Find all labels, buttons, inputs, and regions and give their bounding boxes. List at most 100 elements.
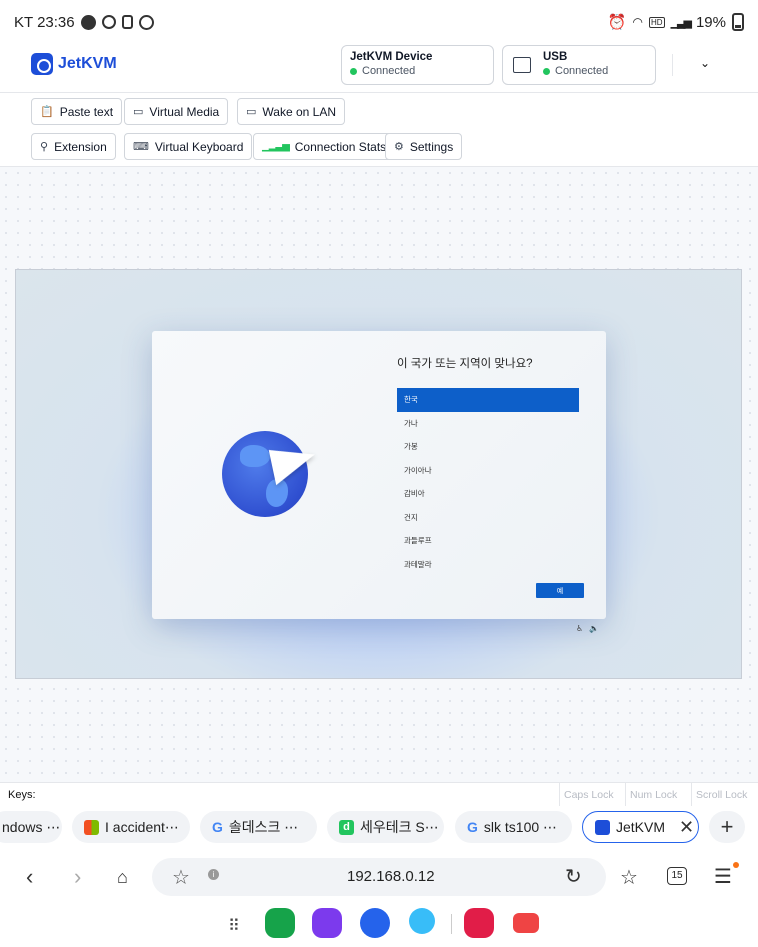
browser-tab[interactable]: I accident⋯: [72, 811, 190, 843]
region-item[interactable]: 건지: [397, 506, 579, 530]
clipboard-icon: 📋: [40, 106, 54, 118]
caps-lock-indicator: Caps Lock: [559, 783, 618, 807]
usb-status-card: USB Connected: [502, 45, 656, 85]
volume-icon[interactable]: 🔈: [589, 624, 605, 633]
browser-tab[interactable]: G 솔데스크 ⋯: [200, 811, 317, 843]
settings-label: Settings: [409, 139, 454, 154]
tab-label: slk ts100 ⋯: [483, 818, 558, 835]
oobe-region-dialog: 이 국가 또는 지역이 맞나요? 한국 가나 가봉 가이아나 감비아 건지 과들…: [152, 331, 606, 619]
menu-icon[interactable]: ☰: [714, 864, 732, 889]
microsoft-icon: [84, 819, 99, 835]
region-item[interactable]: 과테말라: [397, 553, 579, 577]
num-lock-indicator: Num Lock: [625, 783, 681, 807]
region-item-selected[interactable]: 한국: [397, 388, 579, 412]
region-item[interactable]: 가봉: [397, 435, 579, 459]
device-status: Connected: [362, 65, 416, 77]
dock-divider: [451, 914, 452, 934]
paper-plane-icon: [268, 440, 320, 486]
extension-label: Extension: [54, 139, 107, 154]
status-dot-icon: [543, 67, 550, 75]
camera-app-icon[interactable]: [464, 908, 494, 938]
share-notification-icon: [101, 15, 116, 29]
device-status-card: JetKVM Device Connected: [341, 45, 494, 85]
record-notification-icon: [138, 14, 154, 30]
jetkvm-icon: [595, 819, 610, 835]
browser-tab-strip: ndows ⋯ I accident⋯ G 솔데스크 ⋯ d 세우테크 S⋯ G…: [0, 806, 758, 848]
extension-button[interactable]: ⚲ Extension: [31, 133, 116, 160]
chevron-down-icon[interactable]: ⌄: [700, 56, 710, 70]
tab-count-icon[interactable]: 15: [667, 867, 687, 885]
youtube-app-icon[interactable]: [513, 913, 539, 933]
phone-app-icon[interactable]: [265, 908, 295, 938]
virtual-media-label: Virtual Media: [149, 104, 220, 119]
kvm-canvas: 이 국가 또는 지역이 맞나요? 한국 가나 가봉 가이아나 감비아 건지 과들…: [0, 167, 758, 782]
signal-icon: ▁▃▅: [670, 16, 692, 29]
wake-on-lan-button[interactable]: ▭ Wake on LAN: [237, 98, 345, 125]
plug-icon: ⚲: [40, 141, 49, 153]
virtual-keyboard-button[interactable]: ⌨ Virtual Keyboard: [124, 133, 253, 160]
gear-icon: ⚙: [394, 141, 404, 153]
header-divider: [672, 54, 673, 76]
telegram-app-icon[interactable]: [409, 908, 435, 934]
bookmark-star-icon[interactable]: ☆: [172, 865, 190, 890]
keys-label: Keys:: [8, 789, 36, 801]
talk-notification-icon: [80, 14, 96, 30]
system-status-bar: KT 23:36 ⏰ ◠ HD ▁▃▅ 19%: [0, 0, 758, 44]
paste-text-label: Paste text: [59, 104, 114, 119]
address-bar[interactable]: ☆ i 192.168.0.12 ↻: [152, 858, 606, 896]
drive-icon: ▭: [133, 106, 144, 118]
google-icon: G: [212, 819, 223, 835]
battery-icon: [732, 13, 744, 31]
yes-button[interactable]: 예: [536, 583, 584, 598]
region-item[interactable]: 과들루프: [397, 529, 579, 553]
google-icon: G: [467, 819, 478, 835]
browser-tab[interactable]: G slk ts100 ⋯: [455, 811, 572, 843]
network-icon: ▭: [246, 106, 257, 118]
region-item[interactable]: 감비아: [397, 482, 579, 506]
phone-notification-icon: [121, 15, 133, 29]
signal-bars-icon: ▁▂▃▅: [262, 141, 290, 152]
internet-app-icon[interactable]: [312, 908, 342, 938]
new-tab-button[interactable]: +: [709, 811, 745, 843]
messages-app-icon[interactable]: [360, 908, 390, 938]
alarm-icon: ⏰: [607, 14, 627, 31]
home-icon[interactable]: ⌂: [117, 867, 128, 888]
usb-title: USB: [543, 51, 568, 63]
virtual-keyboard-label: Virtual Keyboard: [154, 139, 244, 154]
wifi-icon: ◠: [632, 15, 644, 29]
keyboard-icon: ⌨: [133, 141, 149, 153]
device-title: JetKVM Device: [350, 51, 433, 63]
forward-icon[interactable]: ›: [74, 864, 81, 890]
region-item[interactable]: 가이아나: [397, 459, 579, 483]
browser-address-row: ‹ › ⌂ ☆ i 192.168.0.12 ↻ ☆ 15 ☰: [0, 848, 758, 908]
browser-tab-active[interactable]: JetKVM ✕: [582, 811, 699, 843]
region-list[interactable]: 한국 가나 가봉 가이아나 감비아 건지 과들루프 과테말라: [397, 388, 579, 576]
settings-button[interactable]: ⚙ Settings: [385, 133, 463, 160]
app-header: JetKVM JetKVM Device Connected USB Conne…: [0, 44, 758, 93]
notification-dot: [733, 862, 739, 868]
close-tab-icon[interactable]: ✕: [679, 817, 694, 838]
back-icon[interactable]: ‹: [26, 864, 33, 890]
status-dot-icon: [350, 67, 357, 75]
virtual-media-button[interactable]: ▭ Virtual Media: [124, 98, 229, 125]
bookmarks-icon[interactable]: ☆: [620, 865, 638, 890]
region-question: 이 국가 또는 지역이 맞나요?: [397, 358, 533, 370]
tab-label: I accident⋯: [105, 818, 179, 835]
region-item[interactable]: 가나: [397, 412, 579, 436]
jetkvm-logo-icon: [31, 53, 53, 75]
reload-icon[interactable]: ↻: [565, 864, 582, 889]
paste-text-button[interactable]: 📋 Paste text: [31, 98, 123, 125]
browser-tab[interactable]: ndows ⋯: [0, 811, 62, 843]
tab-label: ndows ⋯: [2, 818, 61, 835]
url-text[interactable]: 192.168.0.12: [347, 868, 435, 885]
site-info-icon[interactable]: i: [208, 869, 219, 880]
action-toolbar: 📋 Paste text ▭ Virtual Media ▭ Wake on L…: [0, 93, 758, 167]
remote-video-stream[interactable]: 이 국가 또는 지역이 맞나요? 한국 가나 가봉 가이아나 감비아 건지 과들…: [15, 269, 742, 679]
accessibility-icon[interactable]: ♿: [576, 624, 589, 633]
connection-stats-button[interactable]: ▁▂▃▅ Connection Stats: [253, 133, 396, 160]
app-grid-icon[interactable]: ⠿: [228, 916, 241, 936]
app-dock: ⠿: [0, 908, 758, 947]
browser-tab[interactable]: d 세우테크 S⋯: [327, 811, 444, 843]
usb-status: Connected: [555, 65, 609, 77]
jetkvm-logo[interactable]: JetKVM: [31, 53, 117, 75]
